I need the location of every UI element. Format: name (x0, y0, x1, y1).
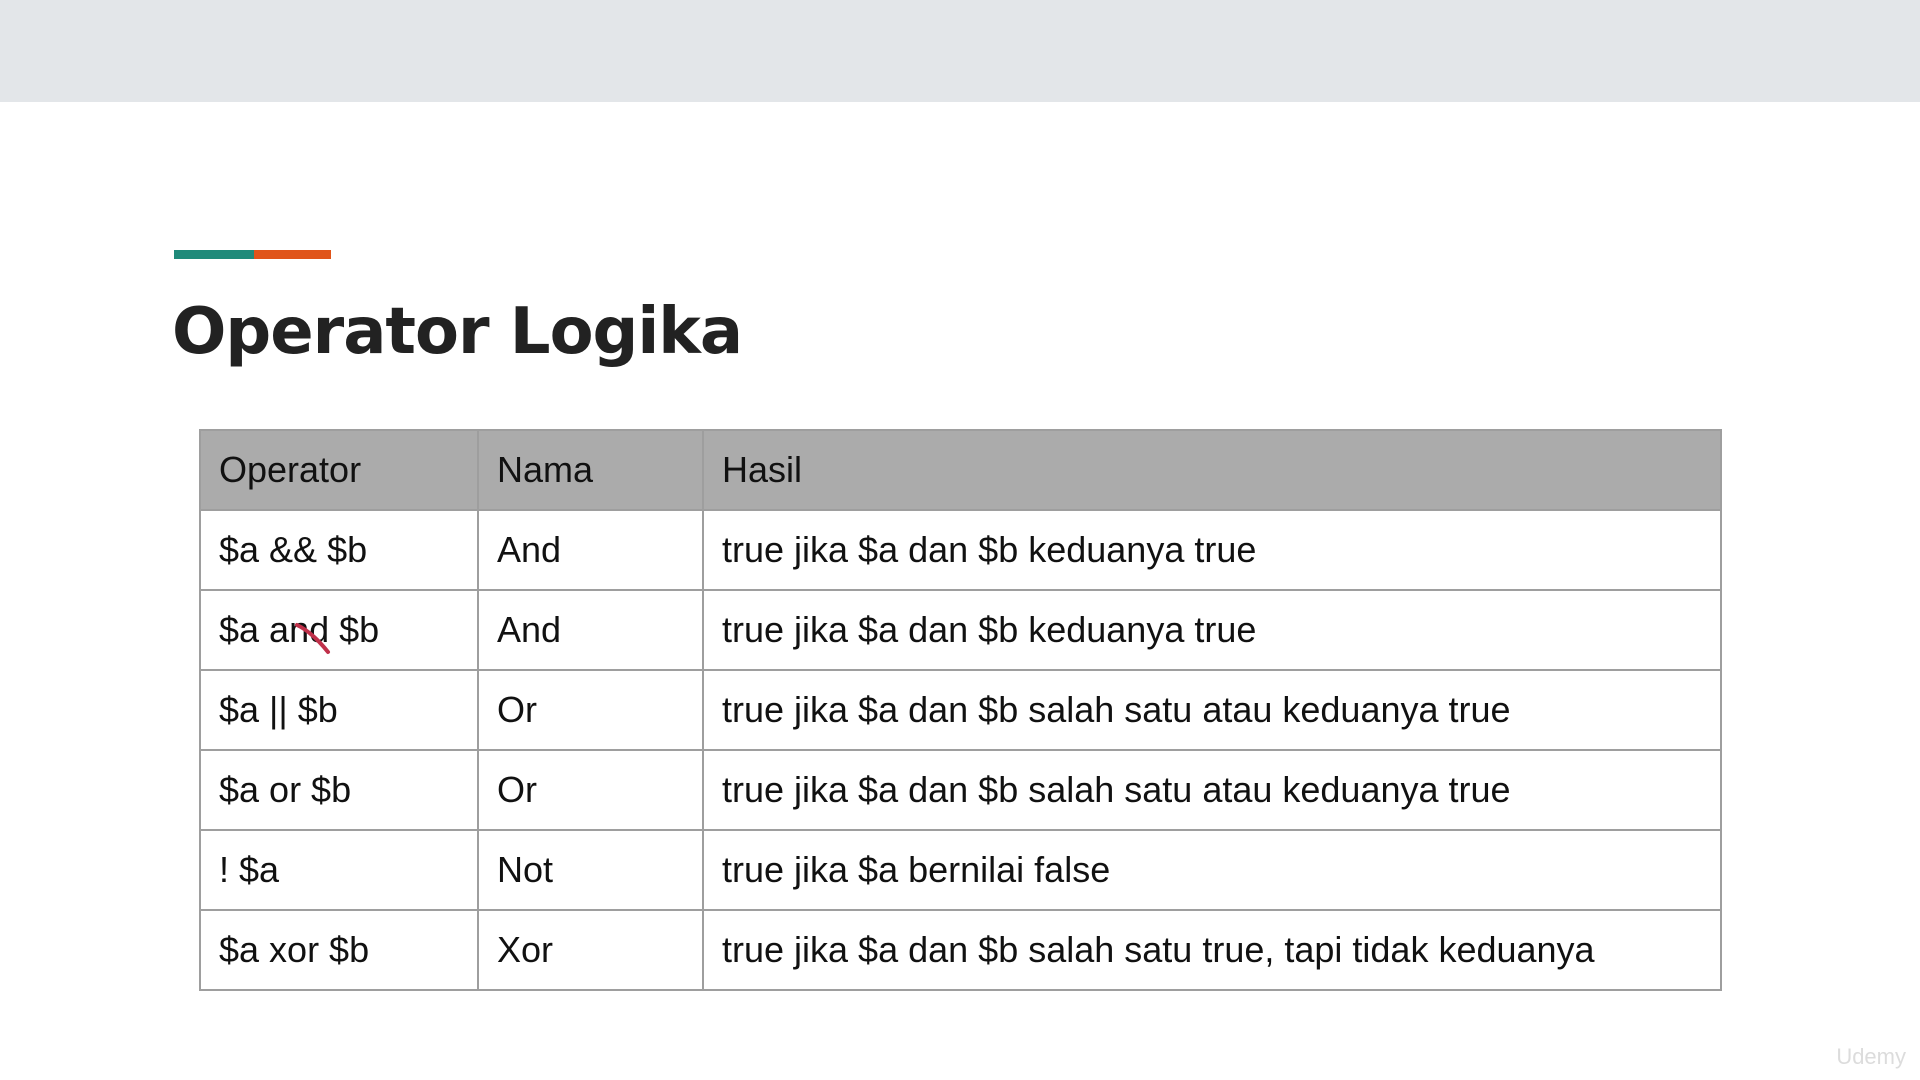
cell-hasil: true jika $a dan $b keduanya true (702, 509, 1722, 591)
table-row: $a and $b And true jika $a dan $b keduan… (199, 589, 1722, 671)
cell-operator: $a and $b (199, 589, 479, 671)
table-row: $a or $b Or true jika $a dan $b salah sa… (199, 749, 1722, 831)
cell-operator: $a or $b (199, 749, 479, 831)
title-accent-bar (174, 250, 331, 259)
cell-hasil: true jika $a dan $b keduanya true (702, 589, 1722, 671)
slide: Operator Logika Operator Nama Hasil $a &… (0, 102, 1920, 1080)
header-nama: Nama (477, 429, 704, 511)
table-row: $a xor $b Xor true jika $a dan $b salah … (199, 909, 1722, 991)
cell-hasil: true jika $a bernilai false (702, 829, 1722, 911)
table-header-row: Operator Nama Hasil (199, 429, 1722, 511)
top-bar (0, 0, 1920, 102)
header-hasil: Hasil (702, 429, 1722, 511)
cell-hasil: true jika $a dan $b salah satu atau kedu… (702, 669, 1722, 751)
cell-nama: And (477, 589, 704, 671)
table-row: ! $a Not true jika $a bernilai false (199, 829, 1722, 911)
table-row: $a || $b Or true jika $a dan $b salah sa… (199, 669, 1722, 751)
accent-orange-segment (254, 250, 331, 259)
cell-nama: And (477, 509, 704, 591)
cell-operator: $a && $b (199, 509, 479, 591)
cell-nama: Not (477, 829, 704, 911)
cell-nama: Xor (477, 909, 704, 991)
pen-annotation-mark (295, 623, 330, 654)
cell-operator: $a || $b (199, 669, 479, 751)
cell-operator: ! $a (199, 829, 479, 911)
cell-nama: Or (477, 749, 704, 831)
header-operator: Operator (199, 429, 479, 511)
cell-hasil: true jika $a dan $b salah satu atau kedu… (702, 749, 1722, 831)
accent-teal-segment (174, 250, 254, 259)
slide-title: Operator Logika (172, 295, 743, 369)
udemy-watermark: Udemy (1836, 1044, 1906, 1069)
operator-table: Operator Nama Hasil $a && $b And true ji… (199, 429, 1722, 991)
cell-hasil: true jika $a dan $b salah satu true, tap… (702, 909, 1722, 991)
cell-operator: $a xor $b (199, 909, 479, 991)
table-row: $a && $b And true jika $a dan $b keduany… (199, 509, 1722, 591)
cell-nama: Or (477, 669, 704, 751)
